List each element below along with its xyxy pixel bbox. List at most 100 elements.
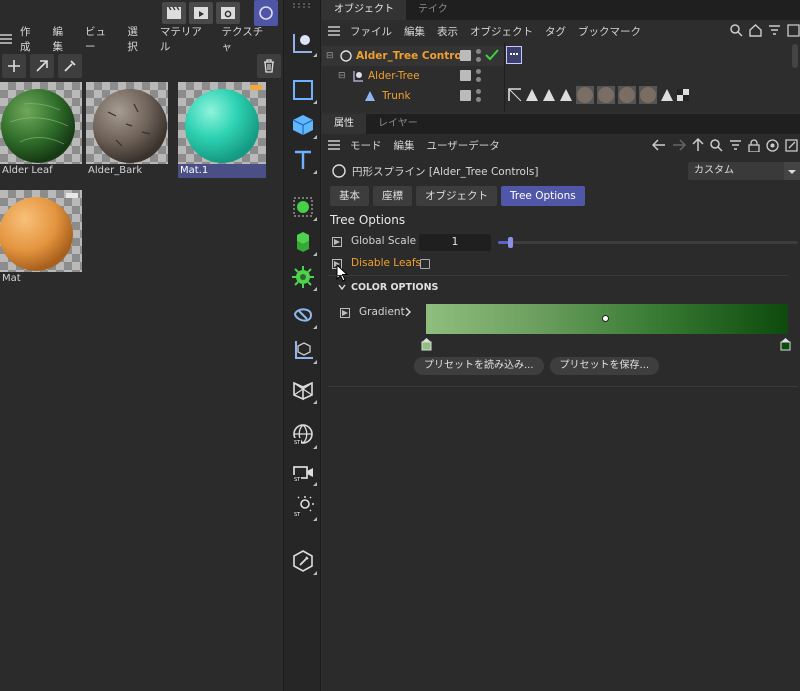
menu-select[interactable]: 選択 [127,24,147,54]
add-icon[interactable] [2,54,26,78]
subdivision-icon[interactable] [288,192,318,222]
text-tool-icon[interactable] [288,145,318,175]
search-icon[interactable] [730,24,743,37]
spline-tag-icon[interactable] [508,88,522,102]
eyedropper-icon[interactable] [58,54,82,78]
filter-icon[interactable] [729,139,742,152]
visibility-editor-dot[interactable] [476,89,481,94]
lock-icon[interactable] [748,138,760,152]
up-arrow-icon[interactable] [692,138,704,152]
tab-takes[interactable]: テイク [406,0,460,20]
save-preset-button[interactable]: プリセットを保存... [549,357,660,375]
preset-dropdown[interactable]: カスタム [688,162,800,180]
chevron-right-icon[interactable] [404,307,412,317]
checker-tag-icon[interactable] [677,89,689,101]
object-row-alder-tree[interactable]: ⊟ Alder-Tree [322,66,504,86]
menu-edit[interactable]: 編集 [53,24,73,54]
visibility-editor-dot[interactable] [476,49,481,54]
vertical-scrollbar[interactable] [792,44,798,68]
menu-user-data[interactable]: ユーザーデータ [427,138,500,153]
cube-icon[interactable] [288,110,318,140]
menu-edit[interactable]: 編集 [404,24,425,39]
tab-objects[interactable]: オブジェクト [322,0,406,20]
object-row-trunk[interactable]: Trunk [322,86,504,106]
user-data-tag-icon[interactable] [506,46,522,64]
move-tool-icon[interactable] [288,28,318,58]
collapse-icon[interactable]: ⊟ [338,71,348,81]
target-icon[interactable] [766,138,779,152]
hamburger-icon[interactable] [328,26,340,36]
arrow-icon[interactable] [30,54,54,78]
render-settings-icon[interactable] [216,2,240,24]
load-preset-button[interactable]: プリセットを読み込み... [414,357,544,375]
menu-tag[interactable]: タグ [545,24,566,39]
visibility-render-dot[interactable] [476,77,481,82]
edit-tag-icon[interactable] [288,546,318,576]
gradient-interpolation-knot[interactable] [602,315,609,322]
menu-edit[interactable]: 編集 [394,138,415,153]
render-play-icon[interactable] [189,2,213,24]
tab-layers[interactable]: レイヤー [366,114,430,134]
camera-icon[interactable]: ST [288,457,318,487]
disable-leafs-checkbox[interactable] [420,259,430,269]
gradient-stop-end[interactable] [780,338,791,351]
material-tile-mat1[interactable]: Mat.1 [178,82,266,178]
menu-mode[interactable]: モード [350,138,382,153]
global-scale-slider-track[interactable] [498,237,798,248]
trash-icon[interactable] [257,54,281,78]
filter-icon[interactable] [768,24,781,37]
chevron-down-icon[interactable] [784,162,800,180]
animate-toggle-icon[interactable] [332,237,342,247]
menu-view[interactable]: ビュー [85,24,114,54]
triangle-tag-icon[interactable] [542,88,556,102]
forward-arrow-icon[interactable] [672,139,686,151]
new-window-icon[interactable] [785,138,798,152]
edit-object-icon[interactable] [460,70,471,81]
material-tile-mat[interactable]: Mat [0,190,82,284]
tab-object[interactable]: オブジェクト [416,186,497,206]
cloner-icon[interactable] [288,227,318,257]
menu-object[interactable]: オブジェクト [470,24,533,39]
gradient-stop-start[interactable] [421,338,432,351]
tab-attributes[interactable]: 属性 [322,114,366,134]
deformer-icon[interactable] [288,300,318,330]
global-scale-input[interactable]: 1 [419,234,491,251]
menu-bookmark[interactable]: ブックマーク [578,24,641,39]
material-tag-icon[interactable] [639,86,657,104]
sky-globe-icon[interactable]: ST [288,420,318,450]
rectangle-spline-icon[interactable] [288,75,318,105]
menu-material[interactable]: マテリアル [160,24,209,54]
collapse-icon[interactable]: ⊟ [326,51,336,61]
global-scale-slider-handle[interactable] [508,237,513,248]
tab-tree-options[interactable]: Tree Options [501,186,585,206]
light-icon[interactable]: ST [288,492,318,522]
object-row-controls[interactable]: ⊟ Alder_Tree Controls [322,46,504,66]
back-arrow-icon[interactable] [652,139,666,151]
effector-icon[interactable] [288,262,318,292]
triangle-tag-icon[interactable] [525,88,539,102]
edit-object-icon[interactable] [460,90,471,101]
menu-file[interactable]: ファイル [350,24,392,39]
viewport-circle-icon[interactable] [254,0,278,26]
hamburger-icon[interactable] [328,140,340,150]
material-tile-alder-leaf[interactable]: Alder Leaf [0,82,82,176]
clapper-icon[interactable] [162,2,186,24]
tab-coordinates[interactable]: 座標 [373,186,412,206]
edit-object-icon[interactable] [460,50,471,61]
search-icon[interactable] [710,138,723,152]
material-tag-icon[interactable] [618,86,636,104]
material-tag-icon[interactable] [576,86,594,104]
checkmark-icon[interactable] [485,49,499,61]
gradient-bar[interactable] [426,304,788,334]
drag-handle-icon[interactable] [290,2,316,8]
hamburger-icon[interactable] [0,34,12,44]
scene-icon[interactable] [288,375,318,405]
material-tag-icon[interactable] [597,86,615,104]
axis-object-icon[interactable] [288,335,318,365]
color-options-title[interactable]: COLOR OPTIONS [351,282,438,293]
menu-view[interactable]: 表示 [437,24,458,39]
visibility-render-dot[interactable] [476,97,481,102]
home-icon[interactable] [749,24,762,37]
triangle-tag-icon[interactable] [660,88,674,102]
expand-icon[interactable] [787,24,800,37]
